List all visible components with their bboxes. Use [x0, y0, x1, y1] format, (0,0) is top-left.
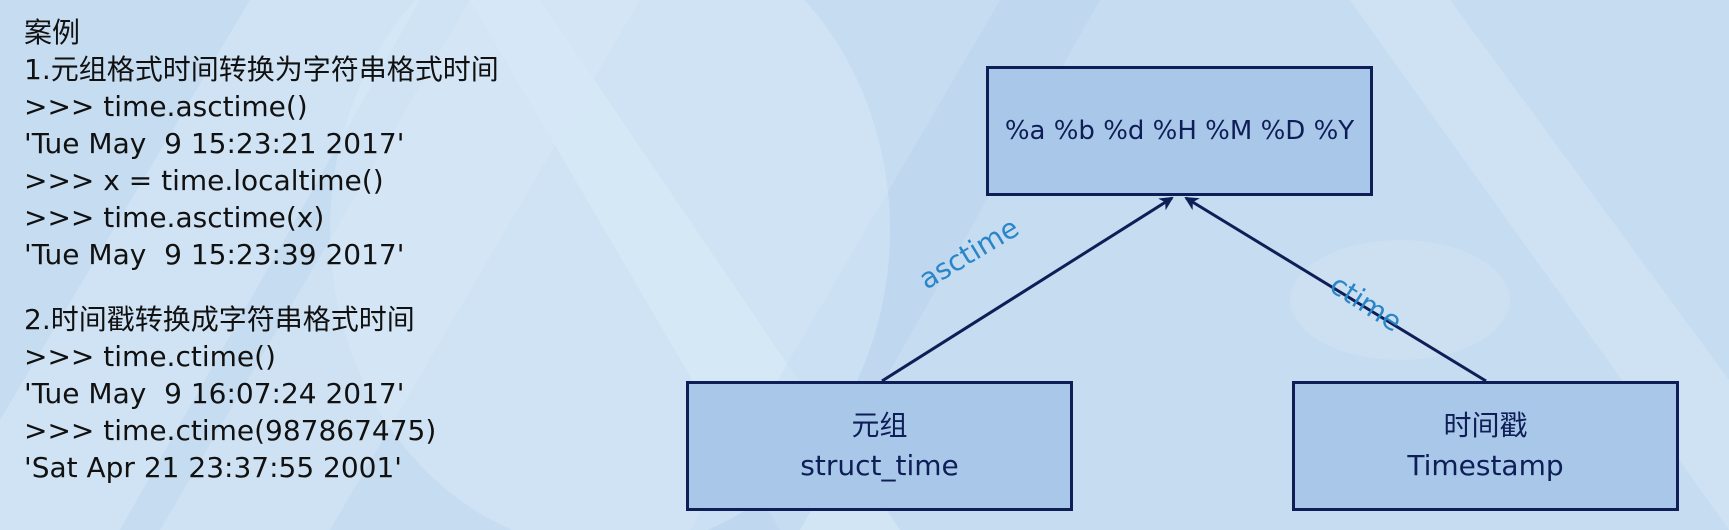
- struct-time-label-en: struct_time: [800, 449, 959, 482]
- format-string-box: %a %b %d %H %M %D %Y: [986, 66, 1373, 196]
- timestamp-box: 时间戳 Timestamp: [1292, 381, 1679, 511]
- format-string-label: %a %b %d %H %M %D %Y: [1004, 116, 1355, 146]
- struct-time-label-cn: 元组: [851, 409, 908, 442]
- timestamp-label-cn: 时间戳: [1443, 409, 1528, 442]
- struct-time-box: 元组 struct_time: [686, 381, 1073, 511]
- timestamp-label-en: Timestamp: [1407, 449, 1564, 482]
